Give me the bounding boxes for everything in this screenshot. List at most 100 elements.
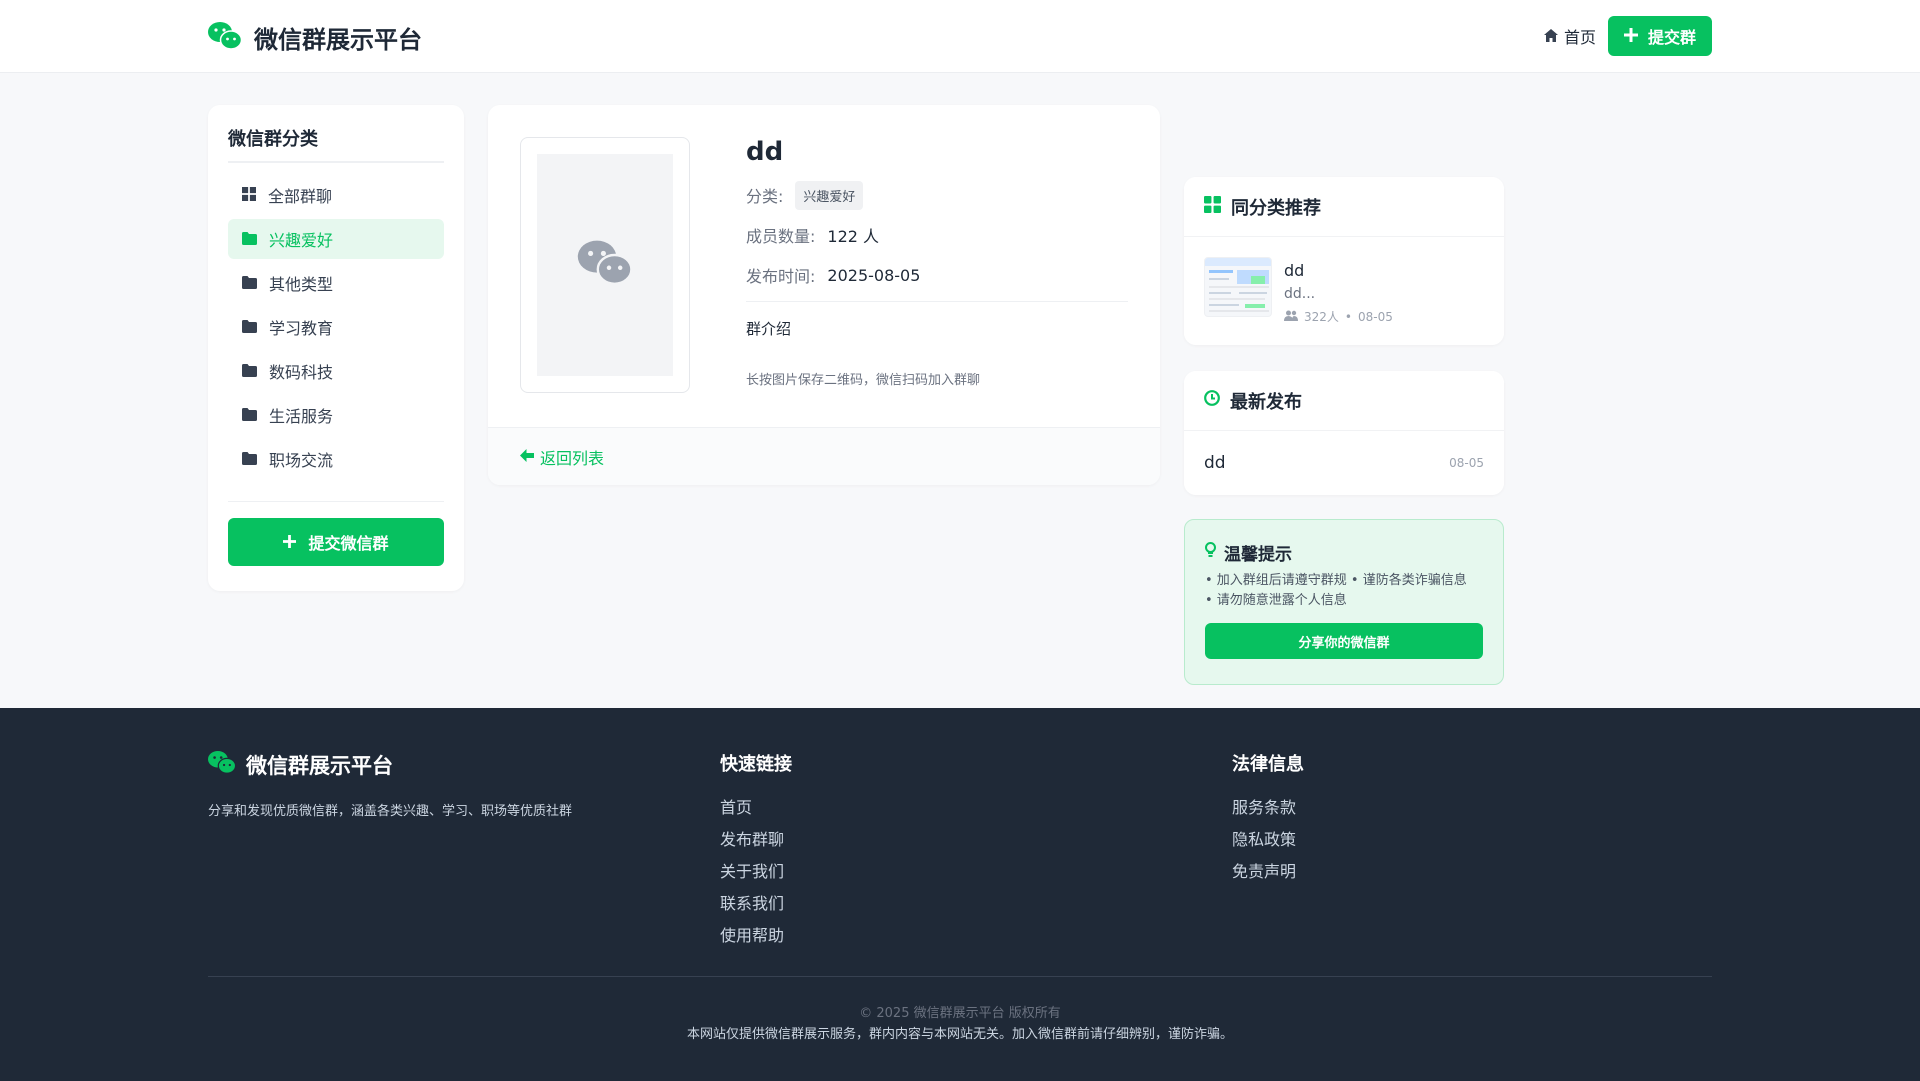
latest-title: 最新发布 — [1230, 391, 1302, 413]
folder-icon — [242, 450, 257, 469]
submit-group-label: 提交群 — [1647, 28, 1696, 47]
footer-legal-links: 法律信息 服务条款 隐私政策 免责声明 — [1232, 750, 1304, 888]
footer-divider — [208, 976, 1712, 977]
latest-name: dd — [1204, 453, 1226, 473]
clock-icon — [1204, 390, 1220, 411]
back-label: 返回列表 — [540, 448, 605, 468]
wechat-icon — [208, 21, 243, 55]
recommend-name: dd — [1284, 261, 1305, 280]
group-detail-card: dd 分类: 兴趣爱好 成员数量: 122 人 发布时间: 2025-08-05… — [488, 105, 1160, 485]
sidebar-item-label: 学习教育 — [269, 319, 334, 338]
footer-link-help[interactable]: 使用帮助 — [720, 920, 792, 952]
footer-link-home[interactable]: 首页 — [720, 792, 792, 824]
wechat-icon — [208, 750, 237, 780]
wechat-icon — [576, 239, 634, 291]
recommend-meta: 322人 • 08-05 — [1284, 308, 1393, 325]
folder-icon — [242, 318, 257, 337]
lightbulb-icon — [1205, 542, 1216, 563]
footer-brand-row: 微信群展示平台 — [208, 750, 572, 780]
category-label: 分类: — [746, 187, 784, 206]
recommend-thumbnail — [1204, 257, 1272, 317]
sidebar-item-6[interactable]: 职场交流 — [228, 439, 444, 479]
nav-actions: 首页 提交群 — [1543, 16, 1712, 56]
sidebar-item-label: 其他类型 — [269, 275, 334, 294]
info-divider — [746, 301, 1128, 302]
legal-title: 法律信息 — [1232, 754, 1304, 775]
recommend-info: dd dd... 322人 • 08-05 — [1284, 257, 1393, 325]
category-row: 分类: 兴趣爱好 — [746, 180, 1128, 210]
tips-header: 温馨提示 — [1205, 540, 1483, 565]
sidebar-item-5[interactable]: 生活服务 — [228, 395, 444, 435]
footer-link-contact[interactable]: 联系我们 — [720, 888, 792, 920]
date-row: 发布时间: 2025-08-05 — [746, 261, 1128, 289]
sidebar-item-label: 兴趣爱好 — [269, 231, 334, 250]
share-group-button[interactable]: 分享你的微信群 — [1205, 623, 1483, 659]
nav-home-link[interactable]: 首页 — [1543, 24, 1596, 48]
footer-link-privacy[interactable]: 隐私政策 — [1232, 824, 1304, 856]
recommend-title: 同分类推荐 — [1231, 197, 1321, 219]
folder-icon — [242, 406, 257, 425]
nav-home-label: 首页 — [1563, 28, 1596, 47]
members-value: 122 人 — [827, 227, 880, 246]
recommend-header: 同分类推荐 — [1184, 177, 1504, 237]
qr-hint: 长按图片保存二维码，微信扫码加入群聊 — [746, 373, 981, 388]
footer-link-about[interactable]: 关于我们 — [720, 856, 792, 888]
sidebar-item-0[interactable]: 全部群聊 — [228, 175, 444, 215]
qr-code-image[interactable] — [537, 154, 673, 376]
latest-header: 最新发布 — [1184, 371, 1504, 431]
submit-wechat-group-label: 提交微信群 — [308, 534, 389, 553]
group-name: dd — [746, 137, 784, 167]
sidebar-item-2[interactable]: 其他类型 — [228, 263, 444, 303]
recommend-desc: dd... — [1284, 286, 1316, 302]
date-value: 2025-08-05 — [827, 265, 921, 285]
footer-brand-title: 微信群展示平台 — [246, 754, 393, 778]
users-icon — [1284, 310, 1298, 324]
date-label: 发布时间: — [746, 267, 816, 286]
home-icon — [1543, 27, 1558, 46]
footer-link-publish[interactable]: 发布群聊 — [720, 824, 792, 856]
latest-item[interactable]: dd 08-05 — [1184, 431, 1504, 495]
group-info: dd 分类: 兴趣爱好 成员数量: 122 人 发布时间: 2025-08-05… — [746, 137, 1128, 388]
back-to-list-link[interactable]: 返回列表 — [520, 445, 604, 469]
site-title: 微信群展示平台 — [254, 26, 422, 54]
submit-group-button[interactable]: 提交群 — [1607, 16, 1712, 56]
footer-description: 分享和发现优质微信群，涵盖各类兴趣、学习、职场等优质社群 — [208, 804, 573, 819]
footer-brand: 微信群展示平台 分享和发现优质微信群，涵盖各类兴趣、学习、职场等优质社群 — [208, 750, 572, 819]
latest-card: 最新发布 dd 08-05 — [1184, 371, 1504, 495]
plus-icon — [283, 533, 297, 552]
arrow-left-icon — [520, 447, 534, 466]
footer-disclaimer: 本网站仅提供微信群展示服务，群内内容与本网站无关。加入微信群前请仔细辨别，谨防诈… — [686, 1027, 1233, 1042]
category-tag[interactable]: 兴趣爱好 — [795, 180, 864, 210]
meta-separator: • — [1344, 309, 1352, 324]
category-list: 全部群聊兴趣爱好其他类型学习教育数码科技生活服务职场交流 — [228, 175, 444, 479]
recommend-item[interactable]: dd dd... 322人 • 08-05 — [1184, 237, 1504, 345]
footer-link-disclaimer[interactable]: 免责声明 — [1232, 856, 1304, 888]
sidebar-item-label: 数码科技 — [269, 363, 334, 382]
recommend-card: 同分类推荐 dd dd... 322人 • 08-05 — [1184, 177, 1504, 345]
tips-line-1: • 加入群组后请遵守群规 • 谨防各类诈骗信息 — [1205, 573, 1467, 588]
quick-links-title: 快速链接 — [720, 754, 792, 775]
footer-link-terms[interactable]: 服务条款 — [1232, 792, 1304, 824]
folder-icon — [242, 230, 257, 249]
footer-copyright: © 2025 微信群展示平台 版权所有 — [859, 1006, 1061, 1021]
sidebar-item-1[interactable]: 兴趣爱好 — [228, 219, 444, 259]
members-row: 成员数量: 122 人 — [746, 221, 1128, 249]
sidebar-item-label: 全部群聊 — [268, 187, 333, 206]
top-navbar: 微信群展示平台 首页 提交群 — [0, 0, 1920, 73]
grid-icon — [242, 186, 256, 205]
sidebar-item-label: 生活服务 — [269, 407, 334, 426]
sidebar-item-4[interactable]: 数码科技 — [228, 351, 444, 391]
grid-icon — [1204, 195, 1221, 218]
submit-wechat-group-button[interactable]: 提交微信群 — [228, 518, 444, 566]
tips-card: 温馨提示 • 加入群组后请遵守群规 • 谨防各类诈骗信息 • 请勿随意泄露个人信… — [1184, 519, 1504, 685]
sidebar-item-3[interactable]: 学习教育 — [228, 307, 444, 347]
category-sidebar: 微信群分类 全部群聊 兴趣爱好 其他类型 学习教育 数码科技 生活服务 职场交流 提交微信群 — [208, 105, 464, 591]
folder-icon — [242, 362, 257, 381]
members-label: 成员数量: — [746, 227, 816, 246]
detail-footer: 返回列表 — [488, 427, 1160, 485]
qr-code-frame — [520, 137, 690, 393]
plus-icon — [1623, 27, 1638, 46]
brand-link[interactable]: 微信群展示平台 — [208, 20, 422, 55]
site-footer: 微信群展示平台 分享和发现优质微信群，涵盖各类兴趣、学习、职场等优质社群 快速链… — [0, 708, 1920, 1081]
latest-date: 08-05 — [1449, 456, 1484, 470]
